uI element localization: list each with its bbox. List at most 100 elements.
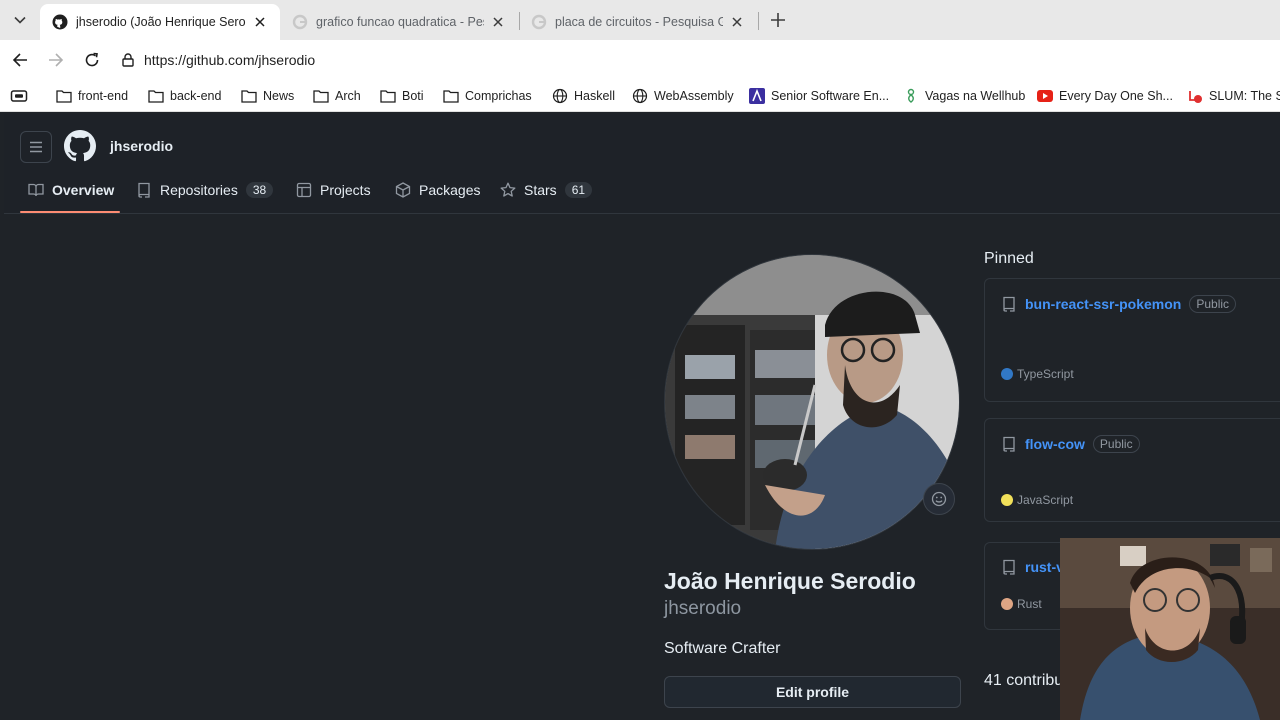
tab-search-button[interactable] (6, 6, 34, 34)
folder-icon (148, 90, 164, 103)
language-color-dot (1001, 598, 1013, 610)
repo-language: JavaScript (1001, 493, 1073, 507)
edit-profile-button[interactable]: Edit profile (664, 676, 961, 708)
bookmark-label: Every Day One Sh... (1059, 89, 1173, 103)
tab-title: grafico funcao quadratica - Pesquisa Goo… (316, 15, 484, 29)
bookmark-haskell[interactable]: Haskell (552, 86, 615, 106)
browser-tab-google-1[interactable]: grafico funcao quadratica - Pesquisa Goo… (280, 4, 518, 40)
profile-bio: Software Crafter (664, 640, 781, 657)
tab-overview[interactable]: Overview (28, 174, 114, 206)
repo-icon (1003, 436, 1015, 452)
repositories-count: 38 (245, 182, 274, 198)
folder-icon (443, 90, 459, 103)
bookmarks-bar: front-end back-end News Arch Boti Compri… (0, 80, 1280, 112)
star-icon (500, 182, 516, 197)
site-info-icon[interactable] (120, 52, 136, 68)
menu-button[interactable] (20, 131, 52, 163)
repo-language: Rust (1001, 597, 1042, 611)
folder-icon (241, 90, 257, 103)
pinned-heading: Pinned (984, 250, 1034, 267)
bookmark-every-day[interactable]: Every Day One Sh... (1037, 86, 1173, 106)
bookmark-label: back-end (170, 89, 222, 103)
bookmark-label: Vagas na Wellhub (925, 89, 1026, 103)
language-label: JavaScript (1017, 493, 1074, 507)
bookmark-label: Senior Software En... (771, 89, 890, 103)
tab-divider (758, 12, 759, 30)
language-label: TypeScript (1017, 367, 1074, 381)
tab-label: Packages (419, 182, 481, 198)
bookmark-back-end[interactable]: back-end (148, 86, 221, 106)
contributions-heading: 41 contribu (984, 672, 1064, 689)
book-icon (28, 183, 44, 197)
smiley-icon (931, 491, 947, 507)
chevron-down-icon (14, 16, 26, 24)
globe-icon (552, 88, 568, 104)
package-icon (395, 182, 411, 198)
repo-link[interactable]: rust-v (1025, 559, 1064, 575)
github-header: jhserodio Overview Repositories 38 Proje… (4, 114, 1280, 214)
tab-label: Repositories (160, 182, 238, 198)
repo-icon (138, 182, 150, 198)
repo-icon (1003, 559, 1015, 575)
pinned-repo-card: bun-react-ssr-pokemon Public TypeScript (984, 278, 1280, 402)
tab-projects[interactable]: Projects (296, 174, 371, 206)
profile-avatar[interactable] (664, 254, 960, 550)
tab-strip-icon-button[interactable] (10, 86, 28, 106)
folder-icon (56, 90, 72, 103)
reload-icon (85, 52, 99, 67)
bookmark-arch[interactable]: Arch (313, 86, 361, 106)
bookmark-news[interactable]: News (241, 86, 294, 106)
arrow-left-icon (12, 53, 27, 67)
bookmark-wellhub[interactable]: Vagas na Wellhub (903, 86, 1025, 106)
browser-toolbar: https://github.com/jhserodio (0, 40, 1280, 80)
tab-close-button[interactable] (252, 14, 268, 30)
bookmark-label: SLUM: The Sl (1209, 89, 1280, 103)
new-tab-button[interactable] (766, 8, 790, 32)
bookmark-label: News (263, 89, 295, 103)
wellhub-icon (907, 88, 915, 103)
bookmark-webassembly[interactable]: WebAssembly (632, 86, 734, 106)
browser-tab-google-2[interactable]: placa de circuitos - Pesquisa Google (519, 4, 757, 40)
folder-icon (380, 90, 396, 103)
arrow-right-icon (49, 53, 64, 67)
linear-icon (749, 88, 765, 104)
header-username[interactable]: jhserodio (110, 138, 173, 154)
github-mark-icon (64, 130, 96, 162)
webcam-overlay (1060, 538, 1280, 720)
bookmark-label: Boti (402, 89, 424, 103)
bookmark-comprichas[interactable]: Comprichas (443, 86, 532, 106)
address-bar[interactable]: https://github.com/jhserodio (112, 44, 1280, 76)
bookmark-label: front-end (78, 89, 129, 103)
bookmark-label: Arch (335, 89, 361, 103)
bookmark-senior-software[interactable]: Senior Software En... (749, 86, 889, 106)
language-label: Rust (1017, 597, 1042, 611)
slum-icon (1189, 91, 1202, 103)
google-icon (531, 14, 547, 30)
tab-stars[interactable]: Stars 61 (500, 174, 593, 206)
close-icon (732, 17, 742, 27)
browser-tab-bar: jhserodio (João Henrique Serodio) grafic… (0, 0, 1280, 40)
tab-repositories[interactable]: Repositories 38 (136, 174, 274, 206)
repo-link[interactable]: bun-react-ssr-pokemon (1025, 296, 1181, 312)
github-logo[interactable] (64, 130, 96, 162)
bookmark-slum[interactable]: SLUM: The Sl (1187, 86, 1280, 106)
browser-tab-github[interactable]: jhserodio (João Henrique Serodio) (40, 4, 280, 40)
back-button[interactable] (8, 48, 32, 72)
url-text[interactable]: https://github.com/jhserodio (144, 52, 315, 68)
bookmark-front-end[interactable]: front-end (56, 86, 128, 106)
pinned-repo-card: flow-cow Public JavaScript (984, 418, 1280, 522)
tab-label: Overview (52, 182, 115, 198)
close-icon (255, 17, 265, 27)
reload-button[interactable] (80, 48, 104, 72)
forward-button[interactable] (44, 48, 68, 72)
tab-close-button[interactable] (490, 14, 506, 30)
bookmark-label: Haskell (574, 89, 615, 103)
set-status-button[interactable] (923, 483, 955, 515)
tab-label: Projects (320, 182, 371, 198)
tab-packages[interactable]: Packages (395, 174, 480, 206)
avatar-photo (665, 255, 959, 549)
stars-count: 61 (564, 182, 593, 198)
tab-close-button[interactable] (729, 14, 745, 30)
bookmark-boti[interactable]: Boti (380, 86, 424, 106)
repo-link[interactable]: flow-cow (1025, 436, 1085, 452)
